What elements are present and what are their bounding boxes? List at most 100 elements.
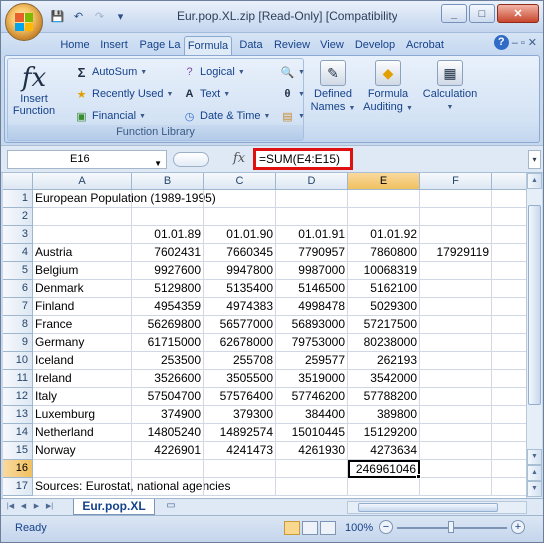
column-header-b[interactable]: B [132,173,204,190]
cell-g5[interactable] [492,262,526,280]
cell-f9[interactable] [420,334,492,352]
cell-c4[interactable]: 7660345 [204,244,276,262]
cell-f15[interactable] [420,442,492,460]
cell-e14[interactable]: 15129200 [348,424,420,442]
help-icon[interactable]: ? [493,35,509,50]
tab-page-layout[interactable]: Page La [137,36,183,55]
row-header-9[interactable]: 9 [3,334,33,352]
zoom-slider-thumb[interactable] [448,521,454,533]
cell-b17[interactable] [132,478,204,496]
cell-d9[interactable]: 79753000 [276,334,348,352]
maximize-button[interactable]: □ [469,4,495,23]
zoom-level[interactable]: 100% [345,522,373,534]
scroll-down-icon[interactable]: ▼ [527,449,542,465]
cell-g13[interactable] [492,406,526,424]
cell-f11[interactable] [420,370,492,388]
cell-e1[interactable] [348,190,420,208]
cell-c15[interactable]: 4241473 [204,442,276,460]
cell-b11[interactable]: 3526600 [132,370,204,388]
page-layout-view-icon[interactable] [302,521,318,535]
cell-f4[interactable]: 17929119 [420,244,492,262]
cell-g15[interactable] [492,442,526,460]
cell-g16[interactable] [492,460,526,478]
minimize-button[interactable]: _ [441,4,467,23]
column-header-a[interactable]: A [33,173,132,190]
prev-page-icon[interactable]: ▲ [527,465,542,481]
cell-c13[interactable]: 379300 [204,406,276,424]
row-header-4[interactable]: 4 [3,244,33,262]
cell-d13[interactable]: 384400 [276,406,348,424]
tab-review[interactable]: Review [270,36,314,55]
cell-a3[interactable] [33,226,132,244]
cell-f12[interactable] [420,388,492,406]
cell-d4[interactable]: 7790957 [276,244,348,262]
cell-d8[interactable]: 56893000 [276,316,348,334]
autosum-button[interactable]: Σ AutoSum ▼ [74,63,148,81]
cell-d3[interactable]: 01.01.91 [276,226,348,244]
cell-b2[interactable] [132,208,204,226]
tab-formulas[interactable]: Formula [184,36,232,55]
horizontal-scrollbar[interactable] [347,501,527,514]
cell-f7[interactable] [420,298,492,316]
tab-data[interactable]: Data [234,36,268,55]
close-button[interactable]: ✕ [497,4,539,23]
undo-icon[interactable]: ↶ [70,8,87,25]
row-header-5[interactable]: 5 [3,262,33,280]
name-box[interactable]: E16 ▼ [7,150,167,169]
cell-a16[interactable] [33,460,132,478]
row-header-2[interactable]: 2 [3,208,33,226]
cell-e5[interactable]: 10068319 [348,262,420,280]
cell-g1[interactable] [492,190,526,208]
redo-icon[interactable]: ↷ [91,8,108,25]
cell-f6[interactable] [420,280,492,298]
cell-a7[interactable]: Finland [33,298,132,316]
cell-e2[interactable] [348,208,420,226]
column-header-f[interactable]: F [420,173,492,190]
cell-f8[interactable] [420,316,492,334]
tab-developer[interactable]: Develop [351,36,399,55]
cell-e6[interactable]: 5162100 [348,280,420,298]
cell-d14[interactable]: 15010445 [276,424,348,442]
row-header-14[interactable]: 14 [3,424,33,442]
date-time-button[interactable]: ◷ Date & Time ▼ [182,107,271,125]
cell-b1[interactable] [132,190,204,208]
select-all-corner[interactable] [3,173,33,190]
cell-a15[interactable]: Norway [33,442,132,460]
normal-view-icon[interactable] [284,521,300,535]
cell-c1[interactable] [204,190,276,208]
tab-view[interactable]: View [316,36,348,55]
cell-e4[interactable]: 7860800 [348,244,420,262]
cell-g17[interactable] [492,478,526,496]
cell-a12[interactable]: Italy [33,388,132,406]
defined-names-button[interactable]: ✎ Defined Names ▼ [309,60,357,115]
cell-a9[interactable]: Germany [33,334,132,352]
cell-b5[interactable]: 9927600 [132,262,204,280]
vertical-scrollbar[interactable]: ▲ ▼ ▲ ▼ [526,173,542,498]
cell-e10[interactable]: 262193 [348,352,420,370]
cell-e3[interactable]: 01.01.92 [348,226,420,244]
cell-g2[interactable] [492,208,526,226]
cell-a4[interactable]: Austria [33,244,132,262]
row-header-1[interactable]: 1 [3,190,33,208]
cell-b14[interactable]: 14805240 [132,424,204,442]
cell-a14[interactable]: Netherland [33,424,132,442]
formula-input[interactable]: =SUM(E4:E15) [253,148,353,170]
cell-f17[interactable] [420,478,492,496]
ribbon-close-icon[interactable]: ✕ [528,36,537,49]
cell-g14[interactable] [492,424,526,442]
column-header-e[interactable]: E [348,173,420,190]
next-sheet-icon[interactable]: ▶ [31,502,42,510]
cell-f10[interactable] [420,352,492,370]
cell-c8[interactable]: 56577000 [204,316,276,334]
cell-d7[interactable]: 4998478 [276,298,348,316]
cell-b15[interactable]: 4226901 [132,442,204,460]
sheet-tab-eur-pop[interactable]: Eur.pop.XL [73,499,155,515]
math-trig-button[interactable]: θ ▼ [280,85,305,103]
cell-g11[interactable] [492,370,526,388]
more-functions-button[interactable]: ▤ ▼ [280,107,305,125]
cell-f5[interactable] [420,262,492,280]
cell-e8[interactable]: 57217500 [348,316,420,334]
formula-bar-splitter[interactable] [173,152,209,167]
cell-c7[interactable]: 4974383 [204,298,276,316]
name-box-dropdown-icon[interactable]: ▼ [154,155,162,172]
